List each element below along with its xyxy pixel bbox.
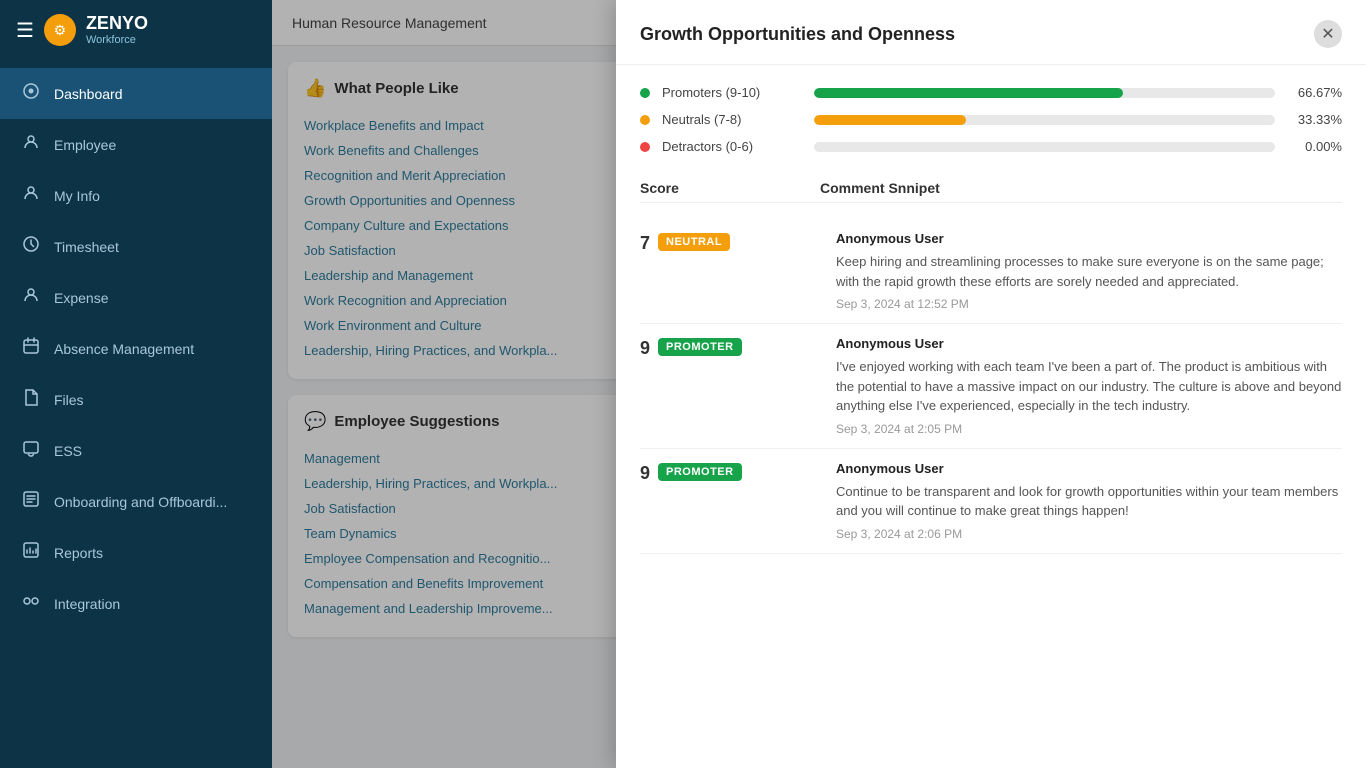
sidebar-item-myinfo[interactable]: My Info <box>0 170 272 221</box>
neutrals-bar-fill <box>814 115 966 125</box>
sidebar-item-myinfo-label: My Info <box>54 188 100 204</box>
reports-icon <box>20 541 42 564</box>
neutrals-dot <box>640 115 650 125</box>
neutrals-bar-container <box>814 115 1275 125</box>
timesheet-icon <box>20 235 42 258</box>
integration-icon <box>20 592 42 615</box>
sidebar-item-dashboard-label: Dashboard <box>54 86 123 102</box>
sidebar-item-absence-label: Absence Management <box>54 341 194 357</box>
score-cell-1: 9 PROMOTER <box>640 336 820 436</box>
modal-close-button[interactable]: ✕ <box>1314 20 1342 48</box>
sidebar-item-ess-label: ESS <box>54 443 82 459</box>
comment-col-header: Comment Snnipet <box>820 180 1342 196</box>
myinfo-icon <box>20 184 42 207</box>
comment-body-0: Anonymous User Keep hiring and streamlin… <box>836 231 1342 311</box>
sidebar-item-onboarding[interactable]: Onboarding and Offboardi... <box>0 476 272 527</box>
dashboard-icon <box>20 82 42 105</box>
badge-promoter-1: PROMOTER <box>658 338 742 356</box>
sidebar-item-files[interactable]: Files <box>0 374 272 425</box>
modal-title: Growth Opportunities and Openness <box>640 24 955 45</box>
sidebar-item-timesheet[interactable]: Timesheet <box>0 221 272 272</box>
neutrals-pct: 33.33% <box>1287 112 1342 127</box>
sidebar-item-integration[interactable]: Integration <box>0 578 272 629</box>
comment-user-1: Anonymous User <box>836 336 1342 351</box>
comment-body-2: Anonymous User Continue to be transparen… <box>836 461 1342 541</box>
score-value-2: 9 <box>640 463 650 484</box>
score-table-header: Score Comment Snnipet <box>640 174 1342 203</box>
comment-text-1: I've enjoyed working with each team I've… <box>836 357 1342 416</box>
score-value-0: 7 <box>640 233 650 254</box>
promoters-label: Promoters (9-10) <box>662 85 802 100</box>
score-col-header: Score <box>640 180 820 196</box>
sidebar-item-reports[interactable]: Reports <box>0 527 272 578</box>
sidebar-item-reports-label: Reports <box>54 545 103 561</box>
stat-row-neutrals: Neutrals (7-8) 33.33% <box>640 112 1342 127</box>
detractors-bar-container <box>814 142 1275 152</box>
logo-text-block: ZENYO Workforce <box>86 14 148 46</box>
sidebar-item-employee[interactable]: Employee <box>0 119 272 170</box>
sidebar-item-employee-label: Employee <box>54 137 116 153</box>
sidebar-item-ess[interactable]: ESS <box>0 425 272 476</box>
brand-name: ZENYO <box>86 14 148 34</box>
employee-icon <box>20 133 42 156</box>
sidebar-item-dashboard[interactable]: Dashboard <box>0 68 272 119</box>
promoters-bar-container <box>814 88 1275 98</box>
stats-section: Promoters (9-10) 66.67% Neutrals (7-8) 3… <box>640 85 1342 154</box>
sidebar-item-absence[interactable]: Absence Management <box>0 323 272 374</box>
comment-row-1: 9 PROMOTER Anonymous User I've enjoyed w… <box>640 324 1342 449</box>
sidebar-header: ☰ ⚙ ZENYO Workforce <box>0 0 272 60</box>
score-cell-2: 9 PROMOTER <box>640 461 820 541</box>
modal-panel: Growth Opportunities and Openness ✕ Prom… <box>616 0 1366 768</box>
comment-text-2: Continue to be transparent and look for … <box>836 482 1342 521</box>
expense-icon <box>20 286 42 309</box>
files-icon <box>20 388 42 411</box>
sidebar-item-integration-label: Integration <box>54 596 120 612</box>
promoters-pct: 66.67% <box>1287 85 1342 100</box>
comment-time-1: Sep 3, 2024 at 2:05 PM <box>836 422 1342 436</box>
sidebar-nav: Dashboard Employee My Info Timesheet <box>0 60 272 768</box>
ess-icon <box>20 439 42 462</box>
onboarding-icon <box>20 490 42 513</box>
detractors-dot <box>640 142 650 152</box>
modal-body: Promoters (9-10) 66.67% Neutrals (7-8) 3… <box>616 65 1366 574</box>
comment-user-0: Anonymous User <box>836 231 1342 246</box>
stat-row-promoters: Promoters (9-10) 66.67% <box>640 85 1342 100</box>
brand-sub: Workforce <box>86 34 148 46</box>
score-section: Score Comment Snnipet 7 NEUTRAL Anonymou… <box>640 174 1342 554</box>
promoters-dot <box>640 88 650 98</box>
sidebar-item-timesheet-label: Timesheet <box>54 239 119 255</box>
badge-neutral-0: NEUTRAL <box>658 233 730 251</box>
comment-time-2: Sep 3, 2024 at 2:06 PM <box>836 527 1342 541</box>
comment-row-0: 7 NEUTRAL Anonymous User Keep hiring and… <box>640 219 1342 324</box>
detractors-label: Detractors (0-6) <box>662 139 802 154</box>
comment-row-2: 9 PROMOTER Anonymous User Continue to be… <box>640 449 1342 554</box>
modal-header: Growth Opportunities and Openness ✕ <box>616 0 1366 65</box>
promoters-bar-fill <box>814 88 1123 98</box>
stat-row-detractors: Detractors (0-6) 0.00% <box>640 139 1342 154</box>
badge-promoter-2: PROMOTER <box>658 463 742 481</box>
logo-icon: ⚙ <box>44 14 76 46</box>
comment-time-0: Sep 3, 2024 at 12:52 PM <box>836 297 1342 311</box>
sidebar-item-expense[interactable]: Expense <box>0 272 272 323</box>
comment-user-2: Anonymous User <box>836 461 1342 476</box>
hamburger-icon[interactable]: ☰ <box>16 18 34 43</box>
neutrals-label: Neutrals (7-8) <box>662 112 802 127</box>
sidebar-item-files-label: Files <box>54 392 84 408</box>
detractors-pct: 0.00% <box>1287 139 1342 154</box>
sidebar-item-onboarding-label: Onboarding and Offboardi... <box>54 494 227 510</box>
sidebar-item-expense-label: Expense <box>54 290 108 306</box>
sidebar: ☰ ⚙ ZENYO Workforce Dashboard Employee M… <box>0 0 272 768</box>
score-value-1: 9 <box>640 338 650 359</box>
absence-icon <box>20 337 42 360</box>
comment-body-1: Anonymous User I've enjoyed working with… <box>836 336 1342 436</box>
comment-text-0: Keep hiring and streamlining processes t… <box>836 252 1342 291</box>
score-cell-0: 7 NEUTRAL <box>640 231 820 311</box>
